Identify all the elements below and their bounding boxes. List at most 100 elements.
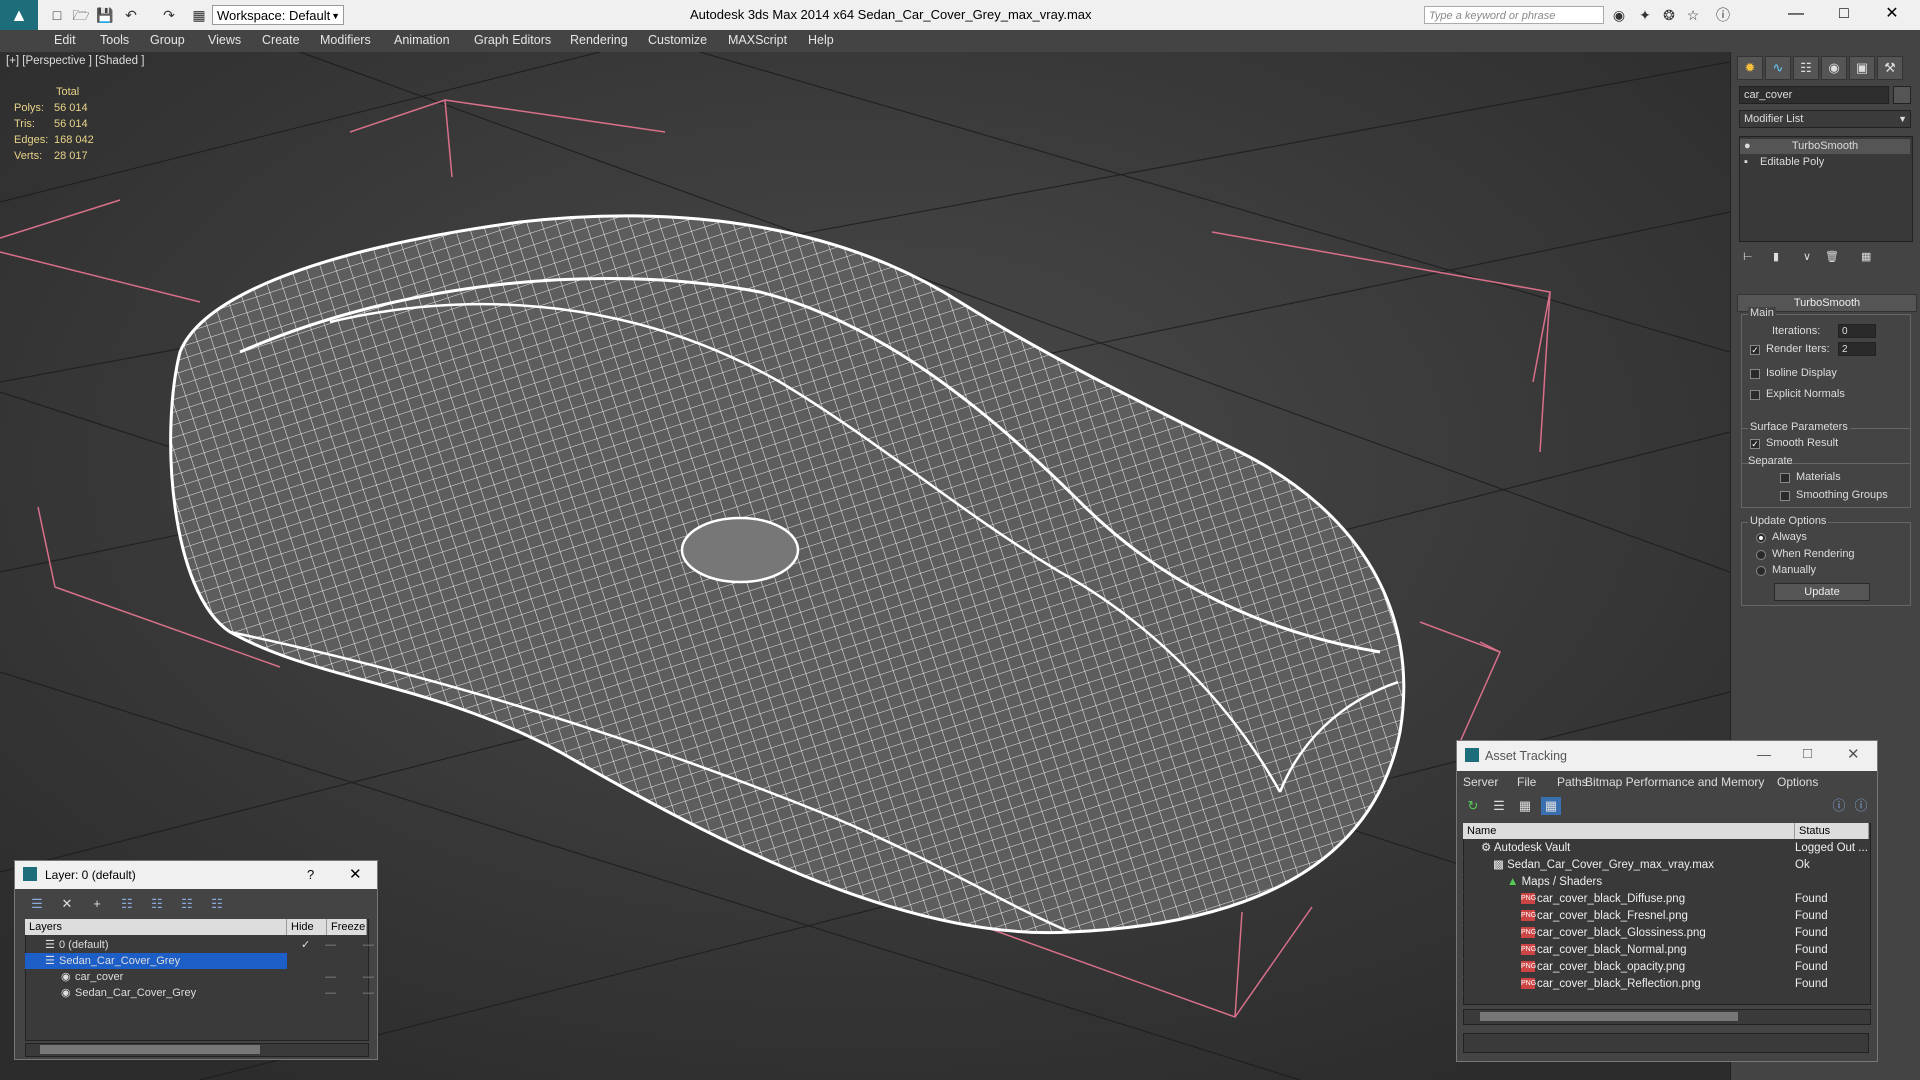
- scrollbar-thumb[interactable]: [40, 1045, 260, 1054]
- menu-help[interactable]: Help: [808, 33, 834, 47]
- isoline-checkbox[interactable]: [1750, 369, 1760, 379]
- smoothing-groups-checkbox[interactable]: [1780, 491, 1790, 501]
- communication-icon[interactable]: ✦: [1636, 6, 1654, 24]
- layer-row[interactable]: ☰ 0 (default) ✓ — —: [25, 937, 374, 953]
- binoculars-icon[interactable]: ◉: [1610, 6, 1628, 24]
- asset-menu-paths[interactable]: Paths: [1557, 775, 1588, 789]
- asset-row[interactable]: PNGcar_cover_black_Normal.png Found: [1463, 942, 1869, 960]
- thumbnail-view-icon[interactable]: ▦: [1515, 797, 1535, 815]
- close-icon[interactable]: ✕: [349, 865, 362, 883]
- manually-radio[interactable]: [1756, 566, 1766, 576]
- delete-layer-icon[interactable]: ✕: [57, 895, 77, 913]
- layer-row-selected[interactable]: ☰ Sedan_Car_Cover_Grey: [25, 953, 287, 969]
- create-tab-icon[interactable]: ✹: [1737, 56, 1763, 80]
- update-button[interactable]: Update: [1774, 583, 1870, 601]
- new-file-icon[interactable]: □: [48, 6, 66, 24]
- render-iters-checkbox[interactable]: ✓: [1750, 345, 1760, 355]
- close-button[interactable]: ✕: [1847, 745, 1860, 763]
- asset-row[interactable]: PNGcar_cover_black_Diffuse.png Found: [1463, 891, 1869, 909]
- asset-row[interactable]: PNGcar_cover_black_Fresnel.png Found: [1463, 908, 1869, 926]
- materials-checkbox[interactable]: [1780, 473, 1790, 483]
- project-folder-icon[interactable]: ▦: [190, 6, 208, 24]
- menu-group[interactable]: Group: [150, 33, 185, 47]
- render-iters-spinner[interactable]: 2: [1838, 342, 1876, 356]
- object-name-field[interactable]: car_cover: [1739, 86, 1889, 104]
- stack-item-turbosmooth[interactable]: ● TurboSmooth: [1740, 139, 1910, 154]
- viewport-label[interactable]: [+] [Perspective ] [Shaded ]: [6, 55, 144, 67]
- minimize-button[interactable]: —: [1757, 746, 1771, 762]
- horizontal-scrollbar[interactable]: [1463, 1009, 1871, 1025]
- asset-menu-server[interactable]: Server: [1463, 775, 1498, 789]
- table-view-icon[interactable]: ▦: [1541, 797, 1561, 815]
- layer-window-titlebar[interactable]: Layer: 0 (default) ? ✕: [15, 861, 377, 889]
- add-to-layer-icon[interactable]: +: [87, 895, 107, 913]
- asset-row[interactable]: ▩ Sedan_Car_Cover_Grey_max_vray.max Ok: [1463, 857, 1869, 875]
- select-in-layer-icon[interactable]: ☷: [117, 895, 137, 913]
- modifier-list-dropdown[interactable]: Modifier List ▼: [1739, 110, 1911, 128]
- redo-icon[interactable]: ↷: [160, 6, 178, 24]
- scrollbar-thumb[interactable]: [1480, 1012, 1738, 1021]
- menu-rendering[interactable]: Rendering: [570, 33, 628, 47]
- asset-menu-options[interactable]: Options: [1777, 775, 1818, 789]
- hierarchy-tab-icon[interactable]: ☷: [1793, 56, 1819, 80]
- iterations-spinner[interactable]: 0: [1838, 324, 1876, 338]
- pin-stack-icon[interactable]: ⊢: [1743, 250, 1753, 263]
- create-layer-icon[interactable]: ☰: [27, 895, 47, 913]
- smooth-result-checkbox[interactable]: ✓: [1750, 439, 1760, 449]
- motion-tab-icon[interactable]: ◉: [1821, 56, 1847, 80]
- asset-menu-file[interactable]: File: [1517, 775, 1536, 789]
- remove-modifier-icon[interactable]: 🗑: [1825, 250, 1839, 263]
- horizontal-scrollbar[interactable]: [25, 1043, 369, 1057]
- asset-path-field[interactable]: [1463, 1033, 1869, 1053]
- show-end-result-icon[interactable]: ▮: [1773, 250, 1779, 263]
- col-layers-header[interactable]: Layers: [25, 919, 287, 935]
- highlight-layer-icon[interactable]: ☷: [147, 895, 167, 913]
- help-icon[interactable]: ⓘ: [1714, 6, 1732, 24]
- asset-row[interactable]: PNGcar_cover_black_opacity.png Found: [1463, 959, 1869, 977]
- modify-tab-icon[interactable]: ∿: [1765, 56, 1791, 80]
- asset-row[interactable]: PNGcar_cover_black_Glossiness.png Found: [1463, 925, 1869, 943]
- menu-views[interactable]: Views: [208, 33, 241, 47]
- configure-sets-icon[interactable]: ▦: [1861, 250, 1871, 263]
- app-logo[interactable]: ▲: [0, 0, 38, 30]
- favorites-star-icon[interactable]: ☆: [1684, 6, 1702, 24]
- col-name-header[interactable]: Name: [1463, 823, 1795, 839]
- close-button[interactable]: ✕: [1872, 2, 1912, 26]
- menu-maxscript[interactable]: MAXScript: [728, 33, 787, 47]
- maximize-button[interactable]: □: [1803, 745, 1812, 762]
- asset-window-titlebar[interactable]: Asset Tracking — □ ✕: [1457, 741, 1877, 771]
- object-row[interactable]: ◉ car_cover — —: [25, 969, 374, 985]
- menu-edit[interactable]: Edit: [54, 33, 76, 47]
- object-row[interactable]: ◉ Sedan_Car_Cover_Grey — —: [25, 985, 374, 1001]
- utilities-tab-icon[interactable]: ⚒: [1877, 56, 1903, 80]
- list-view-icon[interactable]: ☰: [1489, 797, 1509, 815]
- hide-all-layers-icon[interactable]: ☷: [177, 895, 197, 913]
- asset-row[interactable]: PNGcar_cover_black_Reflection.png Found: [1463, 976, 1869, 994]
- menu-customize[interactable]: Customize: [648, 33, 707, 47]
- menu-modifiers[interactable]: Modifiers: [320, 33, 371, 47]
- minimize-button[interactable]: —: [1776, 2, 1816, 26]
- col-freeze-header[interactable]: Freeze: [327, 919, 367, 935]
- asset-row[interactable]: ⚙ Autodesk Vault Logged Out ...: [1463, 840, 1869, 858]
- context-help-icon[interactable]: ⓘ: [1851, 797, 1871, 815]
- asset-menu-bitmap[interactable]: Bitmap Performance and Memory: [1585, 775, 1764, 789]
- asset-row[interactable]: ▲ Maps / Shaders: [1463, 874, 1869, 892]
- explicit-normals-checkbox[interactable]: [1750, 390, 1760, 400]
- menu-create[interactable]: Create: [262, 33, 300, 47]
- display-tab-icon[interactable]: ▣: [1849, 56, 1875, 80]
- col-status-header[interactable]: Status: [1795, 823, 1869, 839]
- menu-graph-editors[interactable]: Graph Editors: [474, 33, 551, 47]
- exchange-icon[interactable]: ❂: [1660, 6, 1678, 24]
- freeze-all-layers-icon[interactable]: ☷: [207, 895, 227, 913]
- open-file-icon[interactable]: 🗁: [72, 6, 90, 24]
- make-unique-icon[interactable]: ∨: [1803, 250, 1811, 263]
- when-rendering-radio[interactable]: [1756, 550, 1766, 560]
- search-input[interactable]: Type a keyword or phrase: [1424, 6, 1604, 24]
- expand-icon[interactable]: ▪: [1744, 155, 1748, 170]
- refresh-icon[interactable]: ↻: [1463, 797, 1483, 815]
- workspace-dropdown[interactable]: Workspace: Default ▼: [212, 5, 344, 25]
- menu-animation[interactable]: Animation: [394, 33, 450, 47]
- col-hide-header[interactable]: Hide: [287, 919, 327, 935]
- menu-tools[interactable]: Tools: [100, 33, 129, 47]
- maximize-button[interactable]: □: [1824, 2, 1864, 26]
